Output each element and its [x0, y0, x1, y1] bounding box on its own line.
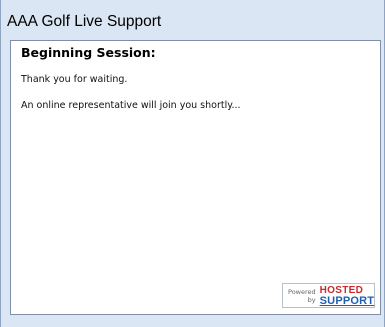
window-title: AAA Golf Live Support [7, 13, 162, 30]
by-label: by [307, 295, 316, 304]
title-bar: AAA Golf Live Support [1, 0, 384, 40]
logo-line-support: SUPPORT [319, 294, 375, 307]
session-heading: Beginning Session: [21, 45, 156, 60]
hosted-support-logo[interactable]: HOSTED SUPPORT [319, 284, 375, 307]
chat-transcript: Beginning Session: Thank you for waiting… [10, 40, 381, 315]
logo-line-hosted: HOSTED [319, 284, 364, 296]
bottom-bar [1, 315, 384, 327]
powered-label: Powered [288, 287, 316, 296]
chat-window: AAA Golf Live Support Beginning Session:… [0, 0, 385, 327]
chat-message: An online representative will join you s… [21, 100, 241, 111]
powered-by-badge[interactable]: Powered by HOSTED SUPPORT [282, 283, 375, 308]
chat-message: Thank you for waiting. [21, 74, 128, 85]
powered-by-text: Powered by [288, 288, 316, 304]
